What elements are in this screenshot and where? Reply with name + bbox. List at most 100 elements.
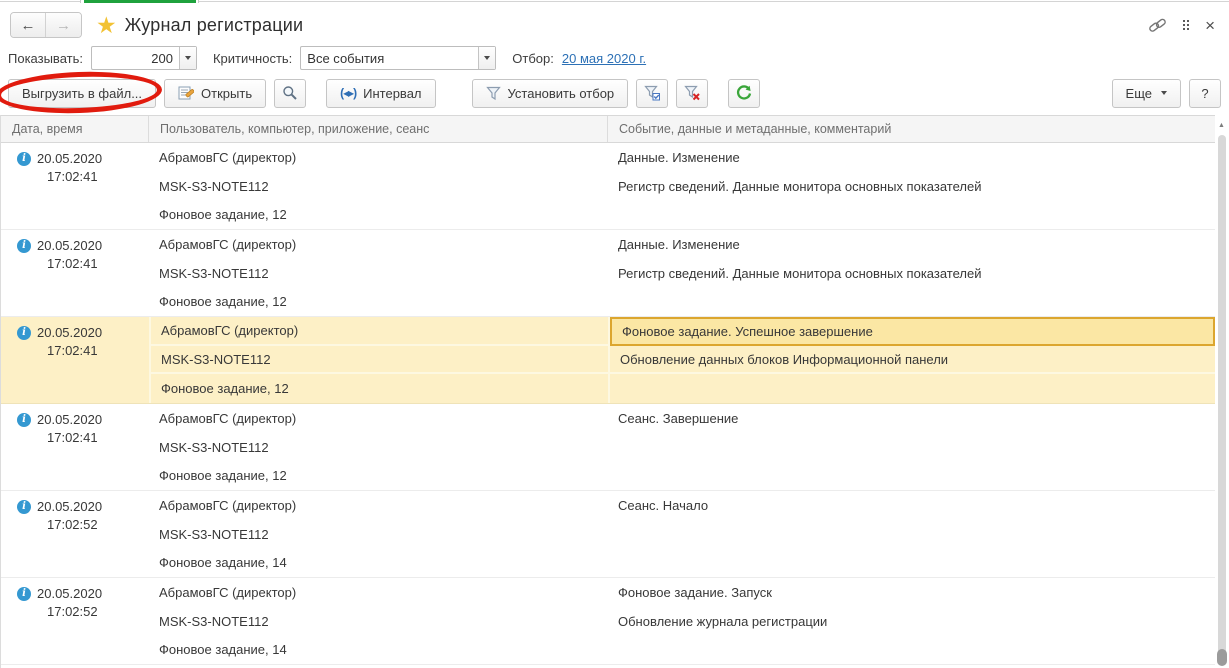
filter-by-value-button[interactable]	[636, 79, 668, 108]
cell-date-time[interactable]: i20.05.202017:02:41	[1, 143, 149, 229]
event-name[interactable]: Фоновое задание. Успешное завершение	[610, 317, 1215, 346]
cell-user-computer-session[interactable]: АбрамовГС (директор)MSK-S3-NOTE112Фоново…	[149, 317, 608, 403]
column-header-user-computer[interactable]: Пользователь, компьютер, приложение, сеа…	[149, 116, 608, 142]
back-button[interactable]: ←	[11, 13, 46, 37]
scrollbar-track[interactable]	[1218, 135, 1226, 661]
show-count-dropdown[interactable]	[179, 47, 196, 69]
criticality-label: Критичность:	[213, 51, 292, 66]
show-label: Показывать:	[8, 51, 83, 66]
toolbar: Выгрузить в файл... Открыть	[0, 76, 1229, 110]
funnel-icon	[486, 86, 501, 101]
event-comment	[608, 461, 1215, 490]
show-count-value[interactable]: 200	[92, 47, 179, 69]
cell-event-metadata[interactable]: Фоновое задание. ЗапускОбновление журнал…	[608, 578, 1215, 664]
table-row[interactable]: i20.05.202017:02:52АбрамовГС (директор)M…	[1, 578, 1215, 665]
event-time: 17:02:41	[47, 343, 149, 358]
info-icon: i	[17, 326, 31, 340]
criticality-value[interactable]: Все события	[301, 47, 478, 69]
info-icon: i	[17, 587, 31, 601]
interval-label: Интервал	[363, 86, 421, 101]
scrollbar-thumb[interactable]	[1217, 649, 1227, 666]
criticality-dropdown[interactable]	[478, 47, 495, 69]
cell-event-metadata[interactable]: Данные. ИзменениеРегистр сведений. Данны…	[608, 230, 1215, 316]
favorite-star-icon[interactable]: ★	[96, 14, 117, 37]
table-row[interactable]: i20.05.202017:02:41АбрамовГС (директор)M…	[1, 230, 1215, 317]
event-date: 20.05.2020	[37, 499, 102, 514]
more-menu-icon[interactable]	[1183, 20, 1189, 30]
scroll-up-icon[interactable]: ▲	[1218, 122, 1225, 129]
help-label: ?	[1201, 86, 1208, 101]
event-metadata: Обновление журнала регистрации	[608, 607, 1215, 636]
find-button[interactable]	[274, 79, 306, 108]
cell-date-time[interactable]: i20.05.202017:02:41	[1, 317, 149, 403]
get-link-icon[interactable]	[1148, 16, 1167, 35]
cell-date-time[interactable]: i20.05.202017:02:41	[1, 230, 149, 316]
export-to-file-button[interactable]: Выгрузить в файл...	[8, 79, 156, 108]
cell-date-time[interactable]: i20.05.202017:02:52	[1, 578, 149, 664]
user-name: АбрамовГС (директор)	[149, 404, 608, 433]
computer-name: MSK-S3-NOTE112	[151, 346, 608, 375]
event-name[interactable]: Сеанс. Начало	[608, 491, 1215, 520]
criticality-select[interactable]: Все события	[300, 46, 496, 70]
set-filter-button[interactable]: Установить отбор	[472, 79, 629, 108]
event-metadata: Обновление данных блоков Информационной …	[610, 346, 1215, 375]
cell-user-computer-session[interactable]: АбрамовГС (директор)MSK-S3-NOTE112Фоново…	[149, 404, 608, 490]
refresh-button[interactable]	[728, 79, 760, 108]
cell-event-metadata[interactable]: Данные. ИзменениеРегистр сведений. Данны…	[608, 143, 1215, 229]
cell-date-time[interactable]: i20.05.202017:02:41	[1, 404, 149, 490]
chevron-down-icon	[484, 56, 490, 60]
navigation-group: ← →	[10, 12, 82, 38]
cell-event-metadata[interactable]: Фоновое задание. Успешное завершениеОбно…	[608, 317, 1215, 403]
show-count-field[interactable]: 200	[91, 46, 197, 70]
page-title: Журнал регистрации	[125, 15, 304, 36]
table-row[interactable]: i20.05.202017:02:41АбрамовГС (директор)M…	[1, 143, 1215, 230]
forward-arrow-icon: →	[56, 17, 71, 34]
back-arrow-icon: ←	[21, 17, 36, 34]
event-date: 20.05.2020	[37, 586, 102, 601]
cell-user-computer-session[interactable]: АбрамовГС (директор)MSK-S3-NOTE112Фоново…	[149, 491, 608, 577]
column-header-date-time[interactable]: Дата, время	[1, 116, 149, 142]
user-name: АбрамовГС (директор)	[149, 230, 608, 259]
event-name[interactable]: Сеанс. Завершение	[608, 404, 1215, 433]
event-date: 20.05.2020	[37, 238, 102, 253]
cell-user-computer-session[interactable]: АбрамовГС (директор)MSK-S3-NOTE112Фоново…	[149, 578, 608, 664]
clear-filter-button[interactable]	[676, 79, 708, 108]
event-date: 20.05.2020	[37, 412, 102, 427]
event-comment	[608, 635, 1215, 664]
selection-date-link[interactable]: 20 мая 2020 г.	[562, 51, 646, 66]
cell-date-time[interactable]: i20.05.202017:02:52	[1, 491, 149, 577]
cell-user-computer-session[interactable]: АбрамовГС (директор)MSK-S3-NOTE112Фоново…	[149, 230, 608, 316]
event-comment	[610, 374, 1215, 403]
chevron-down-icon	[185, 56, 191, 60]
interval-button[interactable]: (◂▸) Интервал	[326, 79, 435, 108]
more-button[interactable]: Еще	[1112, 79, 1181, 108]
cell-event-metadata[interactable]: Сеанс. Завершение	[608, 404, 1215, 490]
funnel-clear-icon	[684, 85, 701, 101]
session-info: Фоновое задание, 12	[151, 374, 608, 403]
user-name: АбрамовГС (директор)	[149, 578, 608, 607]
close-icon[interactable]: ×	[1205, 17, 1215, 34]
title-bar: ← → ★ Журнал регистрации ×	[0, 8, 1229, 42]
computer-name: MSK-S3-NOTE112	[149, 607, 608, 636]
column-header-event-metadata[interactable]: Событие, данные и метаданные, комментари…	[608, 116, 1215, 142]
event-log-window: ← → ★ Журнал регистрации × Показывать: 2…	[0, 0, 1229, 668]
event-name[interactable]: Данные. Изменение	[608, 230, 1215, 259]
refresh-icon	[736, 85, 752, 101]
session-info: Фоновое задание, 12	[149, 461, 608, 490]
table-row[interactable]: i20.05.202017:02:41АбрамовГС (директор)M…	[1, 317, 1215, 404]
event-metadata: Регистр сведений. Данные монитора основн…	[608, 172, 1215, 201]
open-button[interactable]: Открыть	[164, 79, 266, 108]
cell-event-metadata[interactable]: Сеанс. Начало	[608, 491, 1215, 577]
table-row[interactable]: i20.05.202017:02:52АбрамовГС (директор)M…	[1, 491, 1215, 578]
open-label: Открыть	[201, 86, 252, 101]
user-name: АбрамовГС (директор)	[149, 143, 608, 172]
browser-tab-strip	[0, 0, 1229, 3]
table-row[interactable]: i20.05.202017:02:41АбрамовГС (директор)M…	[1, 404, 1215, 491]
help-button[interactable]: ?	[1189, 79, 1221, 108]
active-tab-indicator	[84, 0, 196, 3]
forward-button[interactable]: →	[46, 13, 81, 37]
event-name[interactable]: Фоновое задание. Запуск	[608, 578, 1215, 607]
cell-user-computer-session[interactable]: АбрамовГС (директор)MSK-S3-NOTE112Фоново…	[149, 143, 608, 229]
vertical-scrollbar[interactable]: ▲	[1215, 115, 1229, 668]
event-name[interactable]: Данные. Изменение	[608, 143, 1215, 172]
